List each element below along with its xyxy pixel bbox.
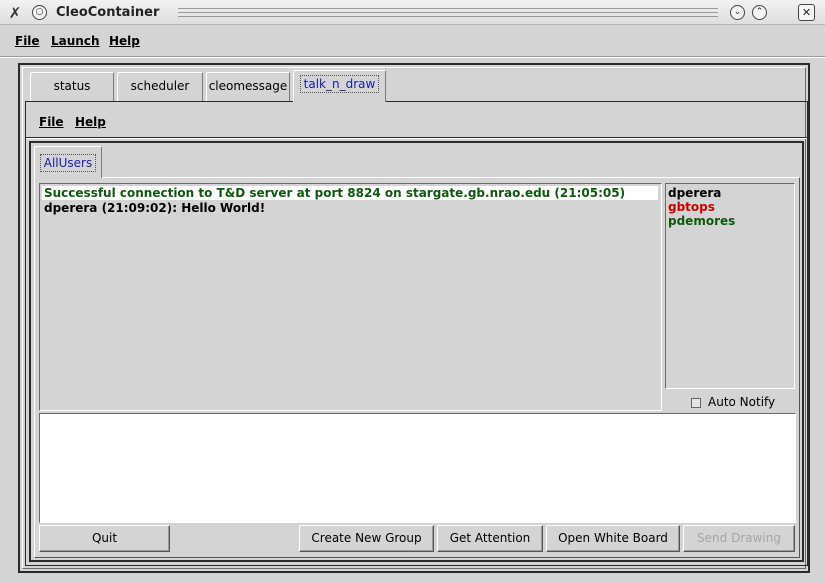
tab-talk-n-draw[interactable]: talk_n_draw [293, 70, 386, 102]
send-drawing-button[interactable]: Send Drawing [683, 525, 795, 552]
menu-help[interactable]: Help [109, 33, 140, 49]
maximize-icon[interactable]: ⌃ [752, 5, 767, 20]
minimize-icon[interactable]: ⌄ [730, 5, 745, 20]
menubar-separator [0, 56, 825, 58]
chat-log[interactable]: Successful connection to T&D server at p… [39, 183, 662, 411]
tab-label: AllUsers [39, 154, 97, 172]
title-rule [178, 12, 718, 13]
tab-cleomessage[interactable]: cleomessage [206, 72, 290, 101]
tab-scheduler[interactable]: scheduler [117, 72, 203, 101]
tab-status[interactable]: status [30, 72, 114, 101]
chat-message: Successful connection to T&D server at p… [42, 186, 658, 200]
create-new-group-button[interactable]: Create New Group [299, 525, 434, 552]
x-tools-icon[interactable]: ✗ [6, 4, 24, 22]
title-rule [178, 16, 718, 17]
inner-menubar-separator [26, 137, 807, 139]
user-item[interactable]: dperera [668, 186, 721, 200]
title-rule [178, 8, 718, 9]
inner-menu-help[interactable]: Help [75, 114, 106, 130]
tab-label: status [53, 79, 91, 93]
get-attention-button[interactable]: Get Attention [437, 525, 543, 552]
tab-label: scheduler [130, 79, 190, 93]
message-input[interactable] [39, 413, 796, 523]
window-menu-icon[interactable]: ○ [32, 5, 47, 20]
quit-button[interactable]: Quit [39, 525, 170, 552]
open-white-board-button[interactable]: Open White Board [546, 525, 680, 552]
auto-notify-label: Auto Notify [708, 395, 776, 409]
chat-message: dperera (21:09:02): Hello World! [44, 201, 266, 215]
inner-menu-file[interactable]: File [39, 114, 64, 130]
tab-allusers[interactable]: AllUsers [34, 146, 102, 178]
tab-label: talk_n_draw [299, 75, 380, 93]
menu-file[interactable]: File [15, 33, 40, 49]
user-item[interactable]: pdemores [668, 214, 735, 228]
tab-label: cleomessage [208, 79, 288, 93]
menu-launch[interactable]: Launch [51, 33, 100, 49]
user-list[interactable]: dperera gbtops pdemores [665, 183, 795, 389]
close-icon[interactable]: ✕ [798, 4, 815, 21]
auto-notify-checkbox[interactable] [691, 398, 701, 408]
window-title: CleoContainer [56, 5, 160, 20]
user-item[interactable]: gbtops [668, 200, 715, 214]
